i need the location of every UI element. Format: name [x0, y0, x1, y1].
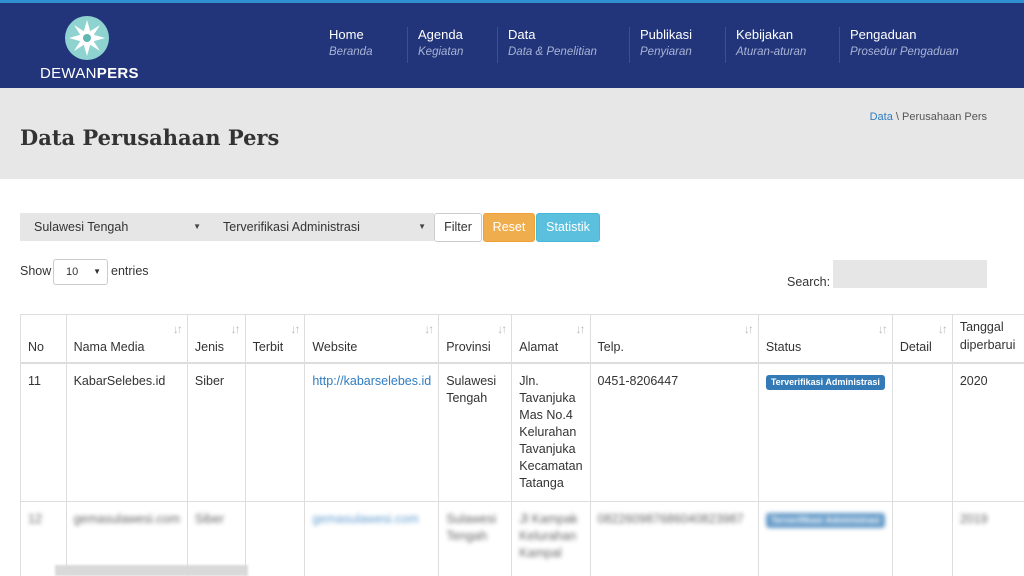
- website-link[interactable]: gemasulawesi.com: [312, 512, 418, 526]
- cell-tanggal: 2019: [951, 501, 1024, 576]
- entries-length-select[interactable]: 10 ▼: [53, 259, 108, 285]
- column-header-tanggal[interactable]: Tanggal diperbarui: [951, 314, 1024, 364]
- nav-kebijakan-title: Kebijakan: [736, 27, 794, 42]
- nav-kebijakan[interactable]: Kebijakan Aturan-aturan: [725, 27, 806, 63]
- logo-emblem-icon: [65, 16, 109, 60]
- status-badge: Terverifikasi Administrasi: [765, 512, 885, 528]
- cell-telp: 0451-8206447: [589, 362, 759, 502]
- nav-kebijakan-subtitle: Aturan-aturan: [736, 46, 807, 58]
- website-link[interactable]: http://kabarselebes.id: [312, 374, 431, 388]
- search-input[interactable]: [833, 260, 987, 288]
- cell-alamat: Jl Kampak Kelurahan Kampal: [511, 501, 591, 576]
- nav-publikasi[interactable]: Publikasi Penyiaran: [629, 27, 692, 63]
- nav-data[interactable]: Data Data & Penelitian: [497, 27, 597, 63]
- cell-provinsi: Sulawesi Tengah: [438, 501, 512, 576]
- data-table: No ↓↑ Nama Media ↓↑ Jenis ↓↑ Terbit ↓↑ Websi…: [20, 314, 1024, 576]
- entries-length-value: 10: [66, 266, 79, 278]
- nav-publikasi-title: Publikasi: [640, 27, 693, 42]
- sort-icon: ↓↑: [937, 322, 948, 336]
- nav-pengaduan-title: Pengaduan: [850, 27, 917, 42]
- column-header-nama-media[interactable]: ↓↑ Nama Media: [65, 314, 188, 364]
- status-badge: Terverifikasi Administrasi: [765, 374, 885, 390]
- nav-home-subtitle: Beranda: [329, 46, 373, 58]
- breadcrumb-current: Perusahaan Pers: [902, 111, 987, 123]
- sort-icon: ↓↑: [424, 322, 434, 336]
- nav-pengaduan[interactable]: Pengaduan Prosedur Pengaduan: [839, 27, 959, 63]
- cell-status: Terverifikasi Administrasi: [757, 362, 893, 502]
- status-select[interactable]: Terverifikasi Administrasi ▼: [209, 213, 434, 241]
- reset-button[interactable]: Reset: [483, 213, 535, 242]
- sort-icon: ↓↑: [497, 322, 507, 336]
- column-header-no[interactable]: No: [20, 314, 67, 364]
- column-header-detail[interactable]: ↓↑ Detail: [891, 314, 953, 364]
- nav-pengaduan-subtitle: Prosedur Pengaduan: [850, 46, 959, 58]
- page-title: Data Perusahaan Pers: [20, 125, 280, 150]
- province-select[interactable]: Sulawesi Tengah ▼: [20, 213, 209, 241]
- cell-nama-media: KabarSelebes.id: [65, 362, 188, 502]
- cell-jenis: Siber: [186, 362, 246, 502]
- nav-agenda-subtitle: Kegiatan: [418, 46, 464, 58]
- statistik-button[interactable]: Statistik: [536, 213, 600, 242]
- column-header-provinsi[interactable]: ↓↑ Provinsi: [438, 314, 512, 364]
- sort-icon: ↓↑: [575, 322, 586, 336]
- breadcrumb-separator: \: [892, 111, 902, 123]
- nav-home[interactable]: Home Beranda: [319, 27, 372, 63]
- filter-button[interactable]: Filter: [434, 213, 482, 242]
- nav-agenda-title: Agenda: [418, 27, 463, 42]
- status-select-value: Terverifikasi Administrasi: [223, 220, 360, 234]
- breadcrumb: Data \ Perusahaan Pers: [870, 111, 987, 123]
- column-header-status[interactable]: ↓↑ Status: [757, 314, 893, 364]
- nav-data-title: Data: [508, 27, 536, 42]
- cell-detail[interactable]: [891, 362, 953, 502]
- nav-agenda[interactable]: Agenda Kegiatan: [407, 27, 463, 63]
- cell-detail[interactable]: [891, 501, 953, 576]
- breadcrumb-data-link[interactable]: Data: [870, 111, 893, 123]
- cell-terbit: [244, 501, 305, 576]
- nav-data-subtitle: Data & Penelitian: [508, 46, 597, 58]
- table-header-row: No ↓↑ Nama Media ↓↑ Jenis ↓↑ Terbit ↓↑ Websi…: [20, 314, 1024, 364]
- cell-website: gemasulawesi.com: [304, 501, 439, 576]
- cell-no: 11: [20, 362, 67, 502]
- dewanpers-logo[interactable]: DEWANPERS: [38, 13, 139, 83]
- column-header-terbit[interactable]: ↓↑ Terbit: [244, 314, 305, 364]
- cell-provinsi: Sulawesi Tengah: [438, 362, 512, 502]
- cell-telp: 082260987686040823987: [589, 501, 759, 576]
- sort-icon: ↓↑: [877, 322, 888, 336]
- blurred-scrollbar[interactable]: [55, 565, 248, 576]
- entries-label: entries: [111, 264, 149, 278]
- cell-terbit: [244, 362, 305, 502]
- nav-publikasi-subtitle: Penyiaran: [640, 46, 692, 58]
- sort-icon: ↓↑: [290, 322, 300, 336]
- search-label: Search:: [787, 275, 831, 289]
- logo-wordmark: DEWANPERS: [40, 65, 139, 82]
- cell-status: Terverifikasi Administrasi: [757, 501, 893, 576]
- nav-home-title: Home: [329, 27, 364, 42]
- column-header-website[interactable]: ↓↑ Website: [304, 314, 439, 364]
- data-table-wrapper: No ↓↑ Nama Media ↓↑ Jenis ↓↑ Terbit ↓↑ Websi…: [20, 314, 1024, 576]
- sort-icon: ↓↑: [743, 322, 754, 336]
- sort-icon: ↓↑: [230, 322, 241, 336]
- chevron-down-icon: ▼: [418, 222, 426, 231]
- sort-icon: ↓↑: [172, 322, 183, 336]
- province-select-value: Sulawesi Tengah: [34, 220, 129, 234]
- chevron-down-icon: ▼: [93, 267, 101, 276]
- cell-website: http://kabarselebes.id: [304, 362, 439, 502]
- site-header: DEWANPERS Home Beranda Agenda Kegiatan D…: [0, 3, 1024, 88]
- show-label: Show: [20, 264, 52, 278]
- cell-tanggal: 2020: [951, 362, 1024, 502]
- chevron-down-icon: ▼: [193, 222, 201, 231]
- table-row: 11 KabarSelebes.id Siber http://kabarsel…: [20, 362, 1024, 502]
- cell-alamat: Jln. Tavanjuka Mas No.4 Kelurahan Tavanj…: [511, 362, 591, 502]
- column-header-alamat[interactable]: ↓↑ Alamat: [511, 314, 591, 364]
- column-header-telp[interactable]: ↓↑ Telp.: [589, 314, 759, 364]
- column-header-jenis[interactable]: ↓↑ Jenis: [186, 314, 246, 364]
